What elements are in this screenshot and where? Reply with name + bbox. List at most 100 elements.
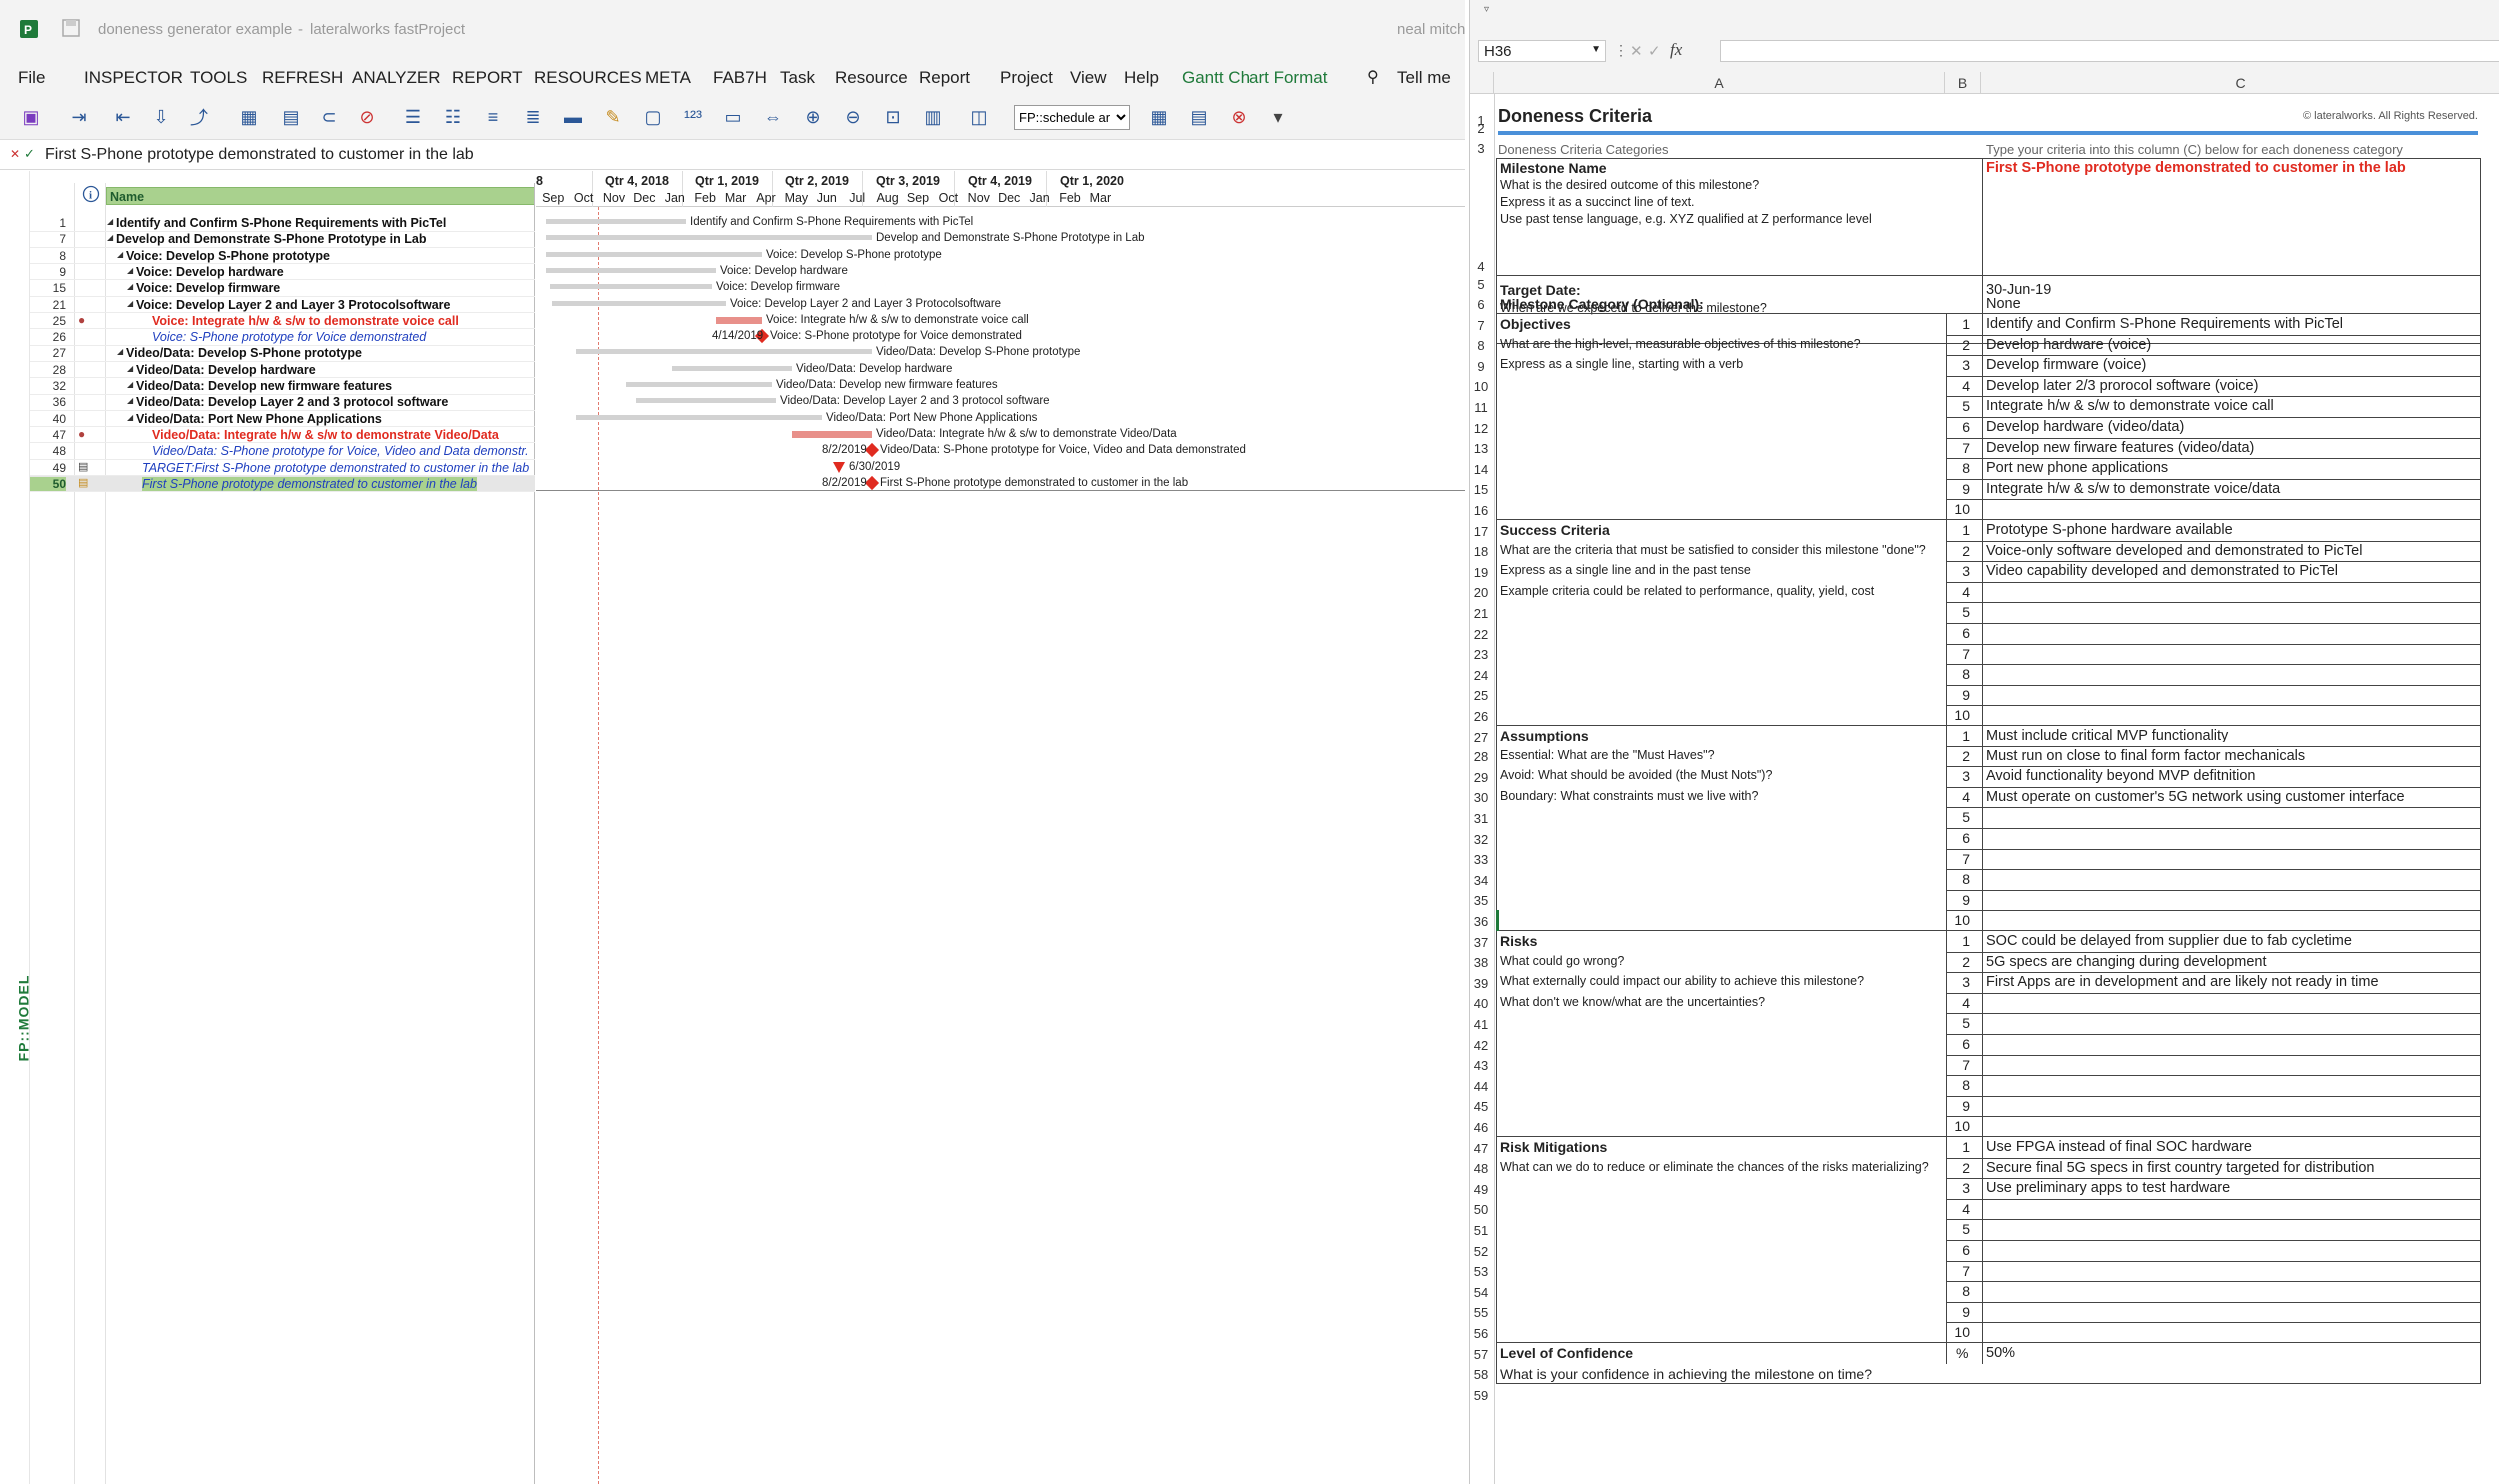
row-header[interactable]: 46 <box>1470 1120 1492 1135</box>
collapse-triangle-icon[interactable]: ◢ <box>117 250 123 259</box>
row-header[interactable]: 32 <box>1470 832 1492 847</box>
row-header[interactable]: 56 <box>1470 1326 1492 1341</box>
task-name[interactable]: Voice: Develop firmware <box>136 281 280 295</box>
summary-task-bar[interactable] <box>546 251 762 257</box>
row-header[interactable]: 52 <box>1470 1244 1492 1259</box>
column-header-b[interactable]: B <box>1945 72 1981 94</box>
task-row[interactable]: 15 ◢ Voice: Develop firmware <box>30 280 535 296</box>
row-header[interactable]: 36 <box>1470 914 1492 929</box>
row-header[interactable]: 47 <box>1470 1141 1492 1156</box>
milestone-category-value[interactable]: None <box>1986 296 2021 312</box>
entire-project-icon[interactable]: ⊡ <box>880 104 906 130</box>
calculator-icon[interactable]: ▦ <box>1146 104 1172 130</box>
save-icon[interactable]: ▣ <box>18 104 44 130</box>
collapse-triangle-icon[interactable]: ◢ <box>127 396 133 405</box>
task-row[interactable]: 50 ▤ First S-Phone prototype demonstrated … <box>30 476 535 492</box>
report-icon[interactable]: ▤ <box>1186 104 1212 130</box>
objectives-item[interactable]: Develop hardware (voice) <box>1986 337 2151 353</box>
task-row[interactable]: 1 ◢ Identify and Confirm S-Phone Requireme… <box>30 215 535 231</box>
row-header[interactable]: 58 <box>1470 1367 1492 1382</box>
menu-report[interactable]: REPORT <box>452 68 523 88</box>
row-header[interactable]: 37 <box>1470 935 1492 950</box>
collapse-triangle-icon[interactable]: ◢ <box>117 347 123 356</box>
row-header[interactable]: 25 <box>1470 688 1492 703</box>
milestone-name-value[interactable]: First S-Phone prototype demonstrated to … <box>1986 160 2406 176</box>
row-header[interactable]: 16 <box>1470 503 1492 518</box>
milestone-marker[interactable] <box>864 443 880 458</box>
menu-inspector[interactable]: INSPECTOR <box>84 68 183 88</box>
zoom-out-icon[interactable]: ⊖ <box>840 104 866 130</box>
row-header[interactable]: 9 <box>1470 359 1492 374</box>
task-name[interactable]: Voice: Integrate h/w & s/w to demonstrat… <box>152 314 459 328</box>
row-header[interactable]: 13 <box>1470 441 1492 456</box>
notes-icon[interactable]: ▤ <box>278 104 304 130</box>
summary-task-bar[interactable] <box>550 284 712 290</box>
task-row[interactable]: 27 ◢ Video/Data: Develop S-Phone prototype <box>30 345 535 361</box>
row-header[interactable]: 19 <box>1470 565 1492 580</box>
task-row[interactable]: 49 ▤ TARGET:First S-Phone prototype demons… <box>30 460 535 476</box>
align-left-icon[interactable]: ≡ <box>480 104 506 130</box>
menu-analyzer[interactable]: ANALYZER <box>352 68 441 88</box>
indent-icon[interactable]: ⇥ <box>66 104 92 130</box>
objectives-item[interactable]: Integrate h/w & s/w to demonstrate voice… <box>1986 398 2274 414</box>
menu-fab7h[interactable]: FAB7H <box>713 68 767 88</box>
risks-item[interactable]: First Apps are in development and are li… <box>1986 974 2379 990</box>
task-name[interactable]: Video/Data: Develop hardware <box>136 363 316 377</box>
milestone-marker[interactable] <box>864 475 880 490</box>
critical-task-bar[interactable] <box>716 316 762 324</box>
view-dropdown[interactable]: FP::schedule ar <box>1014 105 1130 130</box>
name-box[interactable]: H36 ▼ <box>1478 40 1606 62</box>
row-header[interactable]: 27 <box>1470 730 1492 744</box>
row-header[interactable]: 15 <box>1470 482 1492 497</box>
row-header[interactable]: 28 <box>1470 749 1492 764</box>
task-row[interactable]: 36 ◢ Video/Data: Develop Layer 2 and 3 pro… <box>30 394 535 410</box>
row-header[interactable]: 57 <box>1470 1347 1492 1362</box>
summary-task-bar[interactable] <box>636 398 776 404</box>
cancel-icon[interactable]: ✕ <box>1630 42 1643 60</box>
row-header[interactable]: 24 <box>1470 668 1492 683</box>
menu-help[interactable]: Help <box>1124 68 1159 88</box>
pen-icon[interactable]: ✎ <box>600 104 626 130</box>
summary-task-bar[interactable] <box>672 365 792 371</box>
info-column-header[interactable]: i <box>76 183 106 205</box>
row-header[interactable]: 12 <box>1470 421 1492 436</box>
objectives-item[interactable]: Develop new firware features (video/data… <box>1986 440 2254 456</box>
task-name[interactable]: Video/Data: Develop S-Phone prototype <box>126 346 362 360</box>
row-header[interactable]: 2 <box>1470 121 1492 136</box>
row-header[interactable]: 39 <box>1470 976 1492 991</box>
row-header[interactable]: 51 <box>1470 1223 1492 1238</box>
task-row[interactable]: 8 ◢ Voice: Develop S-Phone prototype <box>30 248 535 264</box>
row-header[interactable]: 10 <box>1470 379 1492 394</box>
row-header[interactable]: 18 <box>1470 544 1492 559</box>
menu-refresh[interactable]: REFRESH <box>262 68 343 88</box>
column-header-c[interactable]: C <box>1981 72 2499 94</box>
row-header[interactable]: 49 <box>1470 1182 1492 1197</box>
row-header[interactable]: 45 <box>1470 1099 1492 1114</box>
menu-task[interactable]: Task <box>780 68 815 88</box>
row-header[interactable]: 8 <box>1470 338 1492 353</box>
assumptions-item[interactable]: Must run on close to final form factor m… <box>1986 748 2305 764</box>
view-bar-label[interactable]: FP::MODEL <box>15 975 31 1062</box>
menu-resource[interactable]: Resource <box>835 68 908 88</box>
row-header[interactable]: 53 <box>1470 1264 1492 1279</box>
row-header[interactable]: 4 <box>1470 259 1492 274</box>
task-name[interactable]: Video/Data: Port New Phone Applications <box>136 412 382 426</box>
table-icon[interactable]: ▥ <box>920 104 946 130</box>
row-header[interactable]: 6 <box>1470 297 1492 312</box>
objectives-item[interactable]: Identify and Confirm S-Phone Requirement… <box>1986 316 2343 332</box>
summary-task-bar[interactable] <box>626 382 772 387</box>
mitigations-item[interactable]: Secure final 5G specs in first country t… <box>1986 1160 2374 1176</box>
worksheet[interactable]: 1 2 3 4 5 6 7 8 9 10 11 12 13 14 15 16 17 18 19 20 21 22 23 24 2… <box>1470 94 2499 1484</box>
link-icon[interactable]: ⤴ <box>186 104 212 130</box>
row-header[interactable]: 44 <box>1470 1079 1492 1094</box>
task-row[interactable]: 7 ◢ Develop and Demonstrate S-Phone Protot… <box>30 231 535 247</box>
summary-task-bar[interactable] <box>546 219 686 224</box>
name-column-header[interactable]: Name <box>106 187 535 205</box>
row-header[interactable]: 23 <box>1470 647 1492 662</box>
cancel-entry-icon[interactable]: ✕ <box>10 147 20 161</box>
format-icon[interactable]: ◫ <box>966 104 992 130</box>
search-icon[interactable]: ⚲ <box>1367 67 1379 87</box>
renumber-icon[interactable]: ¹²³ <box>680 104 706 130</box>
task-name[interactable]: Voice: Develop S-Phone prototype <box>126 249 330 263</box>
split-icon[interactable]: ▭ <box>720 104 746 130</box>
